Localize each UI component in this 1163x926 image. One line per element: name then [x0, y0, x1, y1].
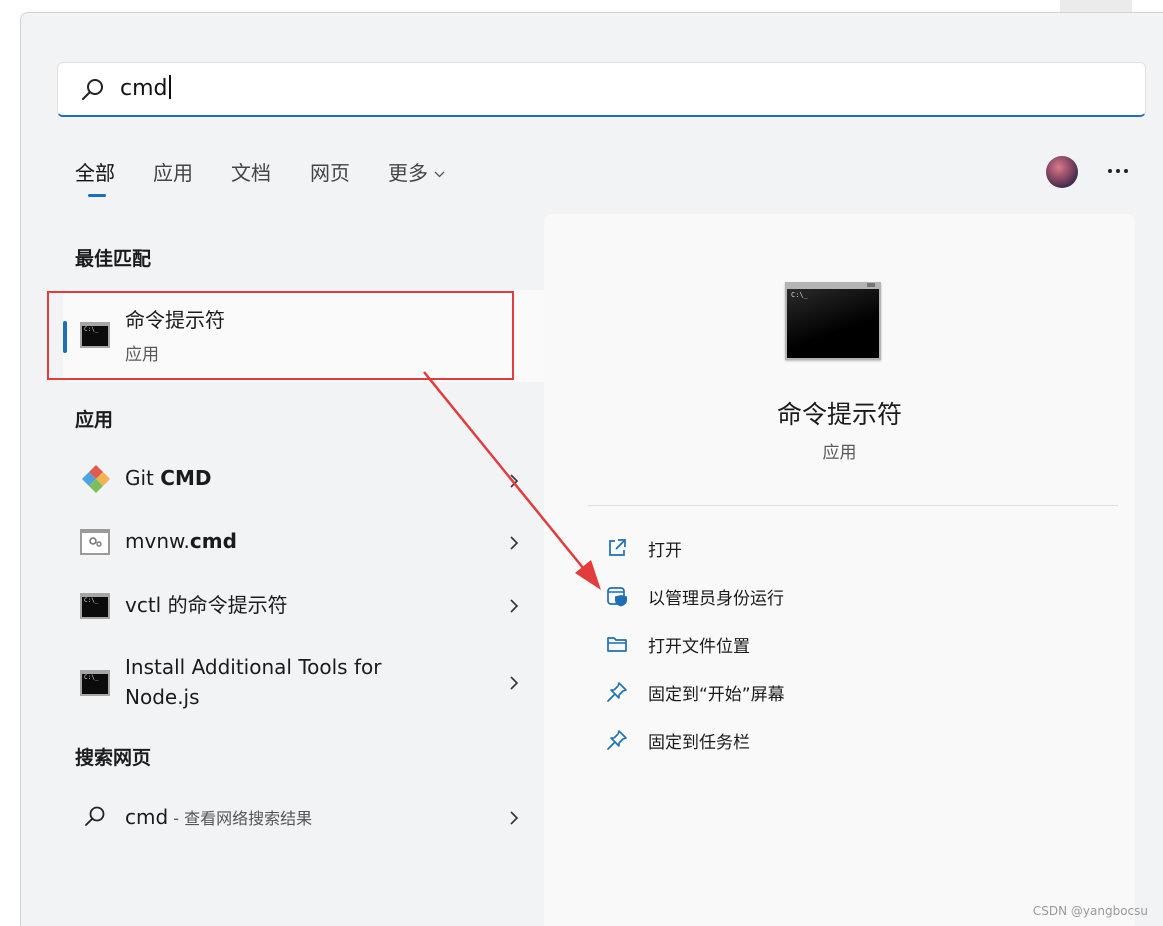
action-open-file-location-label: 打开文件位置 — [648, 636, 750, 657]
tab-apps[interactable]: 应用 — [153, 159, 193, 187]
watermark: CSDN @yangbocsu — [1032, 904, 1148, 918]
chevron-right-icon[interactable] — [509, 675, 519, 691]
action-pin-to-taskbar-label: 固定到任务栏 — [648, 732, 750, 753]
search-input[interactable]: cmd — [57, 62, 1146, 117]
app-item-label: vctl 的命令提示符 — [125, 593, 288, 617]
action-run-as-admin-label: 以管理员身份运行 — [648, 588, 784, 609]
background-tile — [1060, 0, 1132, 12]
pin-icon — [607, 730, 627, 750]
text-caret — [168, 75, 171, 99]
detail-title: 命令提示符 — [776, 400, 902, 429]
cmd-icon — [80, 670, 110, 696]
folder-icon — [607, 637, 627, 652]
git-icon — [82, 465, 110, 493]
app-item-label: Git CMD — [125, 466, 212, 490]
cmd-icon — [80, 593, 110, 619]
action-run-as-admin[interactable]: 以管理员身份运行 — [606, 584, 784, 609]
section-web-search: 搜索网页 — [75, 747, 152, 769]
more-options-icon[interactable] — [1106, 163, 1130, 179]
tab-more-label: 更多 — [388, 161, 428, 185]
action-pin-to-start-label: 固定到“开始”屏幕 — [648, 684, 785, 705]
tab-more[interactable]: 更多 — [388, 159, 445, 187]
tab-documents[interactable]: 文档 — [231, 159, 271, 187]
active-tab-indicator — [88, 194, 106, 197]
web-search-label: cmd - 查看网络搜索结果 — [125, 805, 313, 829]
gear-icon — [80, 529, 110, 555]
action-open[interactable]: 打开 — [606, 536, 682, 561]
action-open-label: 打开 — [648, 540, 682, 561]
chevron-right-icon[interactable] — [509, 810, 519, 826]
search-icon — [82, 79, 103, 100]
tab-web[interactable]: 网页 — [310, 159, 350, 187]
user-avatar[interactable] — [1046, 156, 1078, 188]
tab-all[interactable]: 全部 — [75, 159, 115, 187]
shield-admin-icon — [607, 587, 627, 607]
search-icon — [85, 806, 105, 826]
section-best-match: 最佳匹配 — [75, 248, 152, 270]
detail-divider — [588, 505, 1118, 506]
chevron-right-icon[interactable] — [509, 535, 519, 551]
action-open-file-location[interactable]: 打开文件位置 — [606, 632, 750, 657]
detail-subtitle: 应用 — [822, 443, 857, 463]
search-value[interactable]: cmd — [120, 75, 171, 103]
chevron-right-icon[interactable] — [509, 473, 519, 489]
section-apps: 应用 — [75, 409, 114, 431]
annotation-highlight-box — [47, 291, 514, 380]
action-pin-to-taskbar[interactable]: 固定到任务栏 — [606, 728, 750, 753]
open-external-icon — [609, 539, 626, 556]
chevron-down-icon — [434, 171, 445, 178]
action-pin-to-start[interactable]: 固定到“开始”屏幕 — [606, 680, 785, 705]
pin-icon — [607, 682, 627, 702]
chevron-right-icon[interactable] — [509, 598, 519, 614]
app-item-label-line2: Node.js — [125, 685, 200, 709]
app-item-label: mvnw.cmd — [125, 529, 237, 553]
app-item-label-line1: Install Additional Tools for — [125, 655, 382, 679]
cmd-large-icon — [785, 282, 881, 360]
